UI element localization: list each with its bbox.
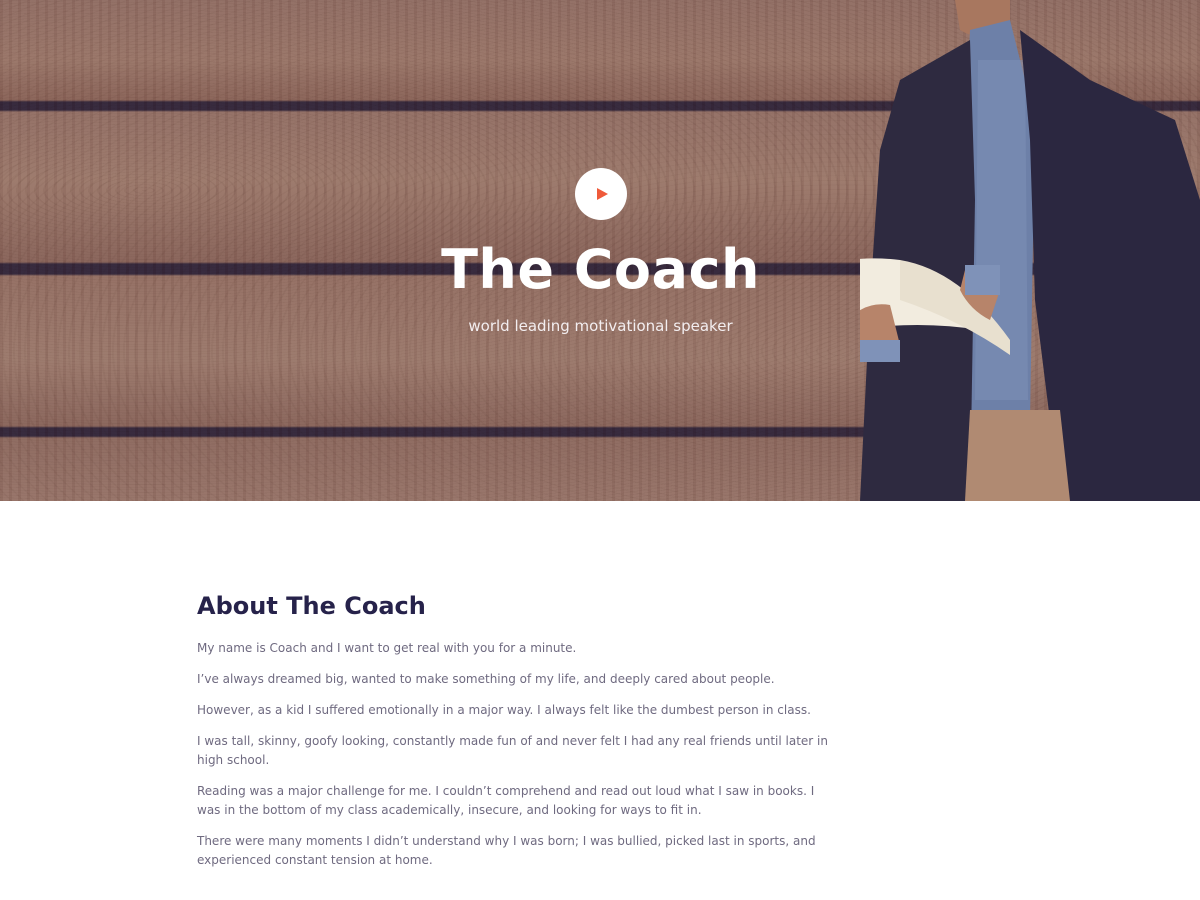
play-icon (597, 188, 608, 200)
hero-content: The Coach world leading motivational spe… (0, 168, 1200, 336)
about-paragraph: However, as a kid I suffered emotionally… (197, 703, 811, 717)
about-content: About The Coach My name is Coach and I w… (197, 591, 837, 882)
about-section: About The Coach My name is Coach and I w… (0, 501, 1200, 900)
about-paragraph: Reading was a major challenge for me. I … (197, 784, 815, 817)
about-paragraph: I’ve always dreamed big, wanted to make … (197, 672, 775, 686)
hero-section: The Coach world leading motivational spe… (0, 0, 1200, 501)
about-title: About The Coach (197, 592, 426, 620)
about-paragraph: My name is Coach and I want to get real … (197, 641, 577, 655)
about-paragraph: There were many moments I didn’t underst… (197, 834, 816, 867)
hero-subtitle: world leading motivational speaker (468, 317, 733, 335)
hero-title: The Coach (441, 238, 760, 301)
about-paragraph: I was tall, skinny, goofy looking, const… (197, 734, 828, 767)
play-video-button[interactable] (574, 168, 627, 220)
